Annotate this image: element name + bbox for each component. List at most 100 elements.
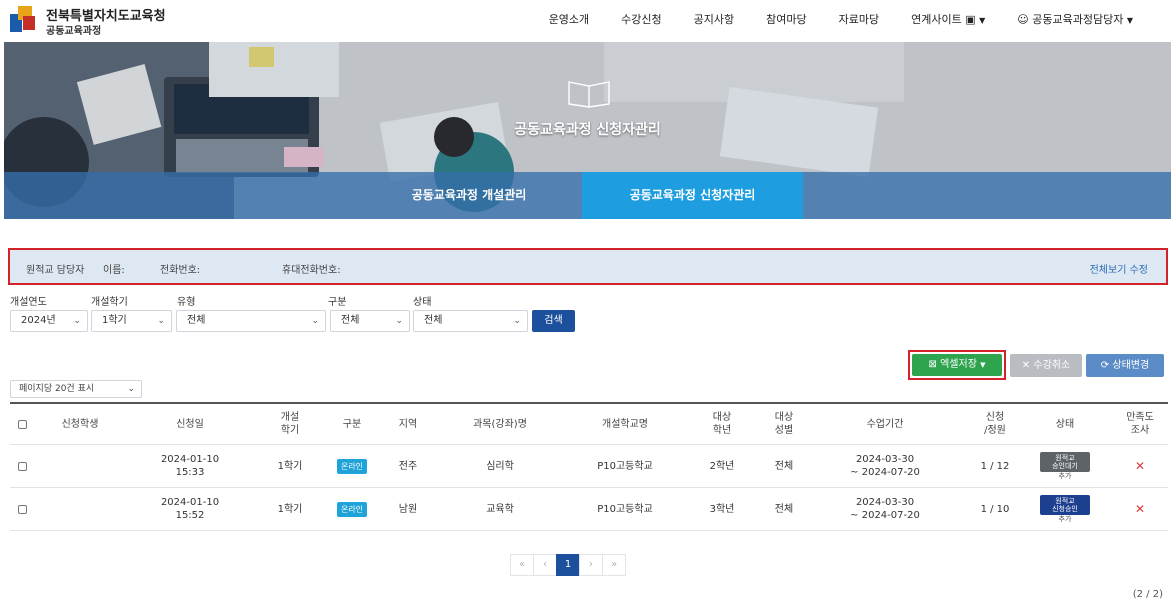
cell-period: 2024-03-30 ~ 2024-07-20 xyxy=(830,488,940,530)
cell-category: 온라인 xyxy=(330,445,374,487)
nav-item-notice[interactable]: 공지사항 xyxy=(678,11,750,27)
apply-time: 15:52 xyxy=(175,510,205,521)
apply-date: 2024-01-10 xyxy=(160,454,220,465)
refresh-icon: ⟳ xyxy=(1100,360,1110,371)
tab-applicant-management[interactable]: 공동교육과정 신청자관리 xyxy=(582,172,803,219)
book-icon xyxy=(568,81,610,108)
year-select[interactable]: 2024년 ⌄ xyxy=(10,310,88,332)
select-all-checkbox[interactable] xyxy=(17,419,27,429)
nav-links-label: 연계사이트 xyxy=(911,13,962,26)
col-school[interactable]: 개설학교명 xyxy=(580,404,670,444)
org-subtitle: 공동교육과정 xyxy=(46,26,102,37)
row-checkbox[interactable] xyxy=(17,504,27,514)
first-page-button[interactable]: « xyxy=(510,554,534,576)
cell-region: 전주 xyxy=(398,460,418,472)
table-row[interactable]: 2024-01-10 15:52 1학기 온라인 남원 교육학 P10고등학교 … xyxy=(10,488,1168,531)
semester-select[interactable]: 1학기 ⌄ xyxy=(91,310,172,332)
edit-link[interactable]: 전체보기 수정 xyxy=(1090,261,1148,276)
cell-school: P10고등학교 xyxy=(597,460,653,472)
col-target-gender[interactable]: 대상 성별 xyxy=(762,404,806,444)
cell-survey: ✕ xyxy=(1116,488,1164,530)
chevron-down-icon: ⌄ xyxy=(395,316,403,326)
table-header-row: 신청학생 신청일 개설 학기 구분 지역 과목(강좌)명 개설학교명 대상 학년… xyxy=(10,402,1168,445)
next-page-button[interactable]: › xyxy=(579,554,603,576)
status-line2: 신청승인 xyxy=(1052,505,1078,513)
col-applicants[interactable]: 신청 /정원 xyxy=(970,404,1020,444)
cell-semester: 1학기 xyxy=(277,460,303,472)
cell-subject: 심리학 xyxy=(486,460,514,472)
category-filter-label: 구분 xyxy=(328,297,347,308)
cell-apply-date: 2024-01-10 15:33 xyxy=(150,445,230,487)
col-category[interactable]: 구분 xyxy=(330,404,374,444)
select-all-cell xyxy=(10,404,34,444)
cell-survey: ✕ xyxy=(1116,445,1164,487)
excel-save-highlight: ⊠ 엑셀저장 ▼ xyxy=(908,350,1006,380)
year-filter-label: 개설연도 xyxy=(10,297,47,308)
row-checkbox[interactable] xyxy=(17,461,27,471)
nav-item-community[interactable]: 참여마당 xyxy=(750,11,822,27)
status-change-button[interactable]: ⟳ 상태변경 xyxy=(1086,354,1164,377)
chevron-down-icon: ⌄ xyxy=(73,316,81,326)
tab-course-open-management[interactable]: 공동교육과정 개설관리 xyxy=(359,172,579,219)
col-target-grade[interactable]: 대상 학년 xyxy=(700,404,744,444)
nav-item-links[interactable]: 연계사이트 ▣ ▼ xyxy=(895,11,1001,27)
enrollment-cancel-button[interactable]: ✕ 수강취소 xyxy=(1010,354,1082,377)
prev-page-button[interactable]: ‹ xyxy=(533,554,557,576)
status-select[interactable]: 전체 ⌄ xyxy=(413,310,528,332)
col-semester[interactable]: 개설 학기 xyxy=(268,404,312,444)
pagination: « ‹ 1 › » xyxy=(510,554,626,576)
cell-student xyxy=(40,445,120,487)
online-badge: 온라인 xyxy=(336,501,368,517)
col-student[interactable]: 신청학생 xyxy=(40,404,120,444)
cell-applicants: 1 / 10 xyxy=(980,503,1010,515)
col-status[interactable]: 상태 xyxy=(1034,404,1096,444)
status-add-link[interactable]: 추가 xyxy=(1059,472,1072,480)
apply-date: 2024-01-10 xyxy=(160,497,220,508)
type-select[interactable]: 전체 ⌄ xyxy=(176,310,326,332)
chevron-down-icon: ⌄ xyxy=(311,316,319,326)
col-subject[interactable]: 과목(강좌)명 xyxy=(440,404,560,444)
org-logo[interactable] xyxy=(10,4,40,32)
row-select-cell xyxy=(10,488,34,530)
period-start: 2024-03-30 xyxy=(855,454,915,465)
semester-filter-label: 개설학기 xyxy=(91,297,128,308)
nav-item-about[interactable]: 운영소개 xyxy=(533,11,605,27)
nav-item-enroll[interactable]: 수강신청 xyxy=(605,11,677,27)
last-page-button[interactable]: » xyxy=(602,554,626,576)
status-badge[interactable]: 원적교 승인대기 xyxy=(1040,452,1090,472)
row-select-cell xyxy=(10,445,34,487)
status-add-link[interactable]: 추가 xyxy=(1059,515,1072,523)
col-apply-date[interactable]: 신청일 xyxy=(150,404,230,444)
user-menu[interactable]: ☺ 공동교육과정담당자 ▼ xyxy=(1001,11,1149,27)
search-button[interactable]: 검색 xyxy=(532,310,575,332)
school-manager-info-bar: 원적교 담당자 이름: 전화번호: 휴대전화번호: 전체보기 수정 xyxy=(8,248,1168,285)
page-size-select[interactable]: 페이지당 20건 표시 ⌄ xyxy=(10,380,142,398)
page-size-value: 페이지당 20건 표시 xyxy=(19,384,95,394)
semester-select-value: 1학기 xyxy=(102,315,127,326)
col-period[interactable]: 수업기간 xyxy=(830,404,940,444)
status-filter-label: 상태 xyxy=(413,297,432,308)
main-nav: 운영소개 수강신청 공지사항 참여마당 자료마당 연계사이트 ▣ ▼ ☺ 공동교… xyxy=(533,11,1149,27)
hero-tab-bar: 공동교육과정 개설관리 공동교육과정 신청자관리 xyxy=(4,172,1171,219)
col-survey[interactable]: 만족도 조사 xyxy=(1116,404,1164,444)
nav-item-resources[interactable]: 자료마당 xyxy=(823,11,895,27)
site-header: 전북특별자치도교육청 공동교육과정 운영소개 수강신청 공지사항 참여마당 자료… xyxy=(0,0,1171,40)
caret-down-icon: ▼ xyxy=(979,16,986,25)
cell-target-grade: 2학년 xyxy=(709,460,735,472)
status-badge[interactable]: 원적교 신청승인 xyxy=(1040,495,1090,515)
cell-category: 온라인 xyxy=(330,488,374,530)
excel-save-label: 엑셀저장 xyxy=(940,359,977,370)
period-end: ~ 2024-07-20 xyxy=(850,467,920,478)
applicant-table: 신청학생 신청일 개설 학기 구분 지역 과목(강좌)명 개설학교명 대상 학년… xyxy=(10,402,1168,531)
col-region[interactable]: 지역 xyxy=(386,404,430,444)
status-select-value: 전체 xyxy=(424,315,443,326)
excel-save-button[interactable]: ⊠ 엑셀저장 ▼ xyxy=(912,354,1002,376)
page-button-current[interactable]: 1 xyxy=(556,554,580,576)
survey-none-icon: ✕ xyxy=(1134,501,1146,516)
table-row[interactable]: 2024-01-10 15:33 1학기 온라인 전주 심리학 P10고등학교 … xyxy=(10,445,1168,488)
close-icon: ✕ xyxy=(1021,360,1031,371)
chevron-down-icon: ⌄ xyxy=(157,316,165,326)
category-select[interactable]: 전체 ⌄ xyxy=(330,310,410,332)
apply-time: 15:33 xyxy=(175,467,205,478)
cell-student xyxy=(40,488,120,530)
